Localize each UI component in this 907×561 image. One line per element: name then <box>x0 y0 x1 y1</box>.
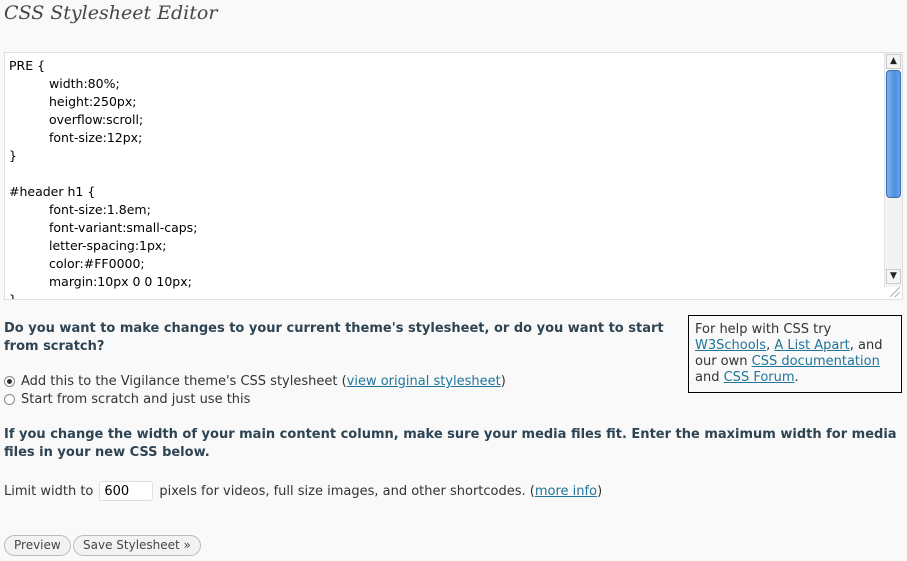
width-note: If you change the width of your main con… <box>4 427 897 460</box>
limit-label: Limit width to <box>4 483 94 499</box>
stylesheet-question: Do you want to make changes to your curr… <box>4 321 664 354</box>
scroll-up-arrow-icon[interactable]: ▲ <box>886 54 901 69</box>
limit-close: ) <box>597 483 603 499</box>
limit-suffix: pixels for videos, full size images, and… <box>159 483 535 499</box>
view-original-stylesheet-link[interactable]: view original stylesheet <box>347 374 501 389</box>
css-documentation-link[interactable]: CSS documentation <box>752 354 880 369</box>
limit-width-input[interactable] <box>99 481 154 501</box>
code-line: margin:10px 0 0 10px; <box>49 274 192 289</box>
scroll-thumb[interactable] <box>886 70 901 198</box>
help-sep1: , <box>766 338 771 353</box>
save-stylesheet-button[interactable]: Save Stylesheet » <box>73 535 201 556</box>
option-start-scratch[interactable]: Start from scratch and just use this <box>4 392 250 407</box>
scroll-down-arrow-icon[interactable]: ▼ <box>886 269 901 284</box>
option-scratch-label: Start from scratch and just use this <box>21 392 251 407</box>
page-title: CSS Stylesheet Editor <box>4 2 218 24</box>
css-code-text[interactable]: PRE {width:80%; height:250px; overflow:scr… <box>9 57 882 299</box>
code-line: font-size:1.8em; <box>49 202 151 217</box>
more-info-link[interactable]: more info <box>535 484 597 499</box>
radio-add-to-theme[interactable] <box>4 376 15 387</box>
resize-grip-icon[interactable] <box>890 287 900 297</box>
css-help-box: For help with CSS try W3Schools, A List … <box>688 315 902 393</box>
help-and: and <box>695 370 720 385</box>
css-editor[interactable]: PRE {width:80%; height:250px; overflow:scr… <box>4 52 903 300</box>
a-list-apart-link[interactable]: A List Apart <box>774 338 849 353</box>
w3schools-link[interactable]: W3Schools <box>695 338 766 353</box>
code-line: overflow:scroll; <box>49 112 144 127</box>
code-line: font-size:12px; <box>49 130 143 145</box>
code-line: font-variant:small-caps; <box>49 220 198 235</box>
code-line: height:250px; <box>49 94 137 109</box>
help-end: . <box>794 370 799 385</box>
editor-scrollbar[interactable]: ▲ ▼ <box>884 53 902 287</box>
code-line: } <box>9 148 17 163</box>
limit-width-row: Limit width to pixels for videos, full s… <box>4 481 602 501</box>
code-line: width:80%; <box>49 76 120 91</box>
css-forum-link[interactable]: CSS Forum <box>724 370 795 385</box>
code-line: PRE { <box>9 58 46 73</box>
code-line: } <box>9 291 882 299</box>
code-line: letter-spacing:1px; <box>49 238 167 253</box>
option-add-label: Add this to the Vigilance theme's CSS st… <box>21 374 347 389</box>
help-prefix: For help with CSS try <box>695 322 832 337</box>
option-add-suffix: ) <box>500 374 506 389</box>
code-line: color:#FF0000; <box>49 256 145 271</box>
preview-button[interactable]: Preview <box>4 535 71 556</box>
code-line: #header h1 { <box>9 184 96 199</box>
option-add-to-theme[interactable]: Add this to the Vigilance theme's CSS st… <box>4 374 506 389</box>
radio-start-scratch[interactable] <box>4 394 15 405</box>
